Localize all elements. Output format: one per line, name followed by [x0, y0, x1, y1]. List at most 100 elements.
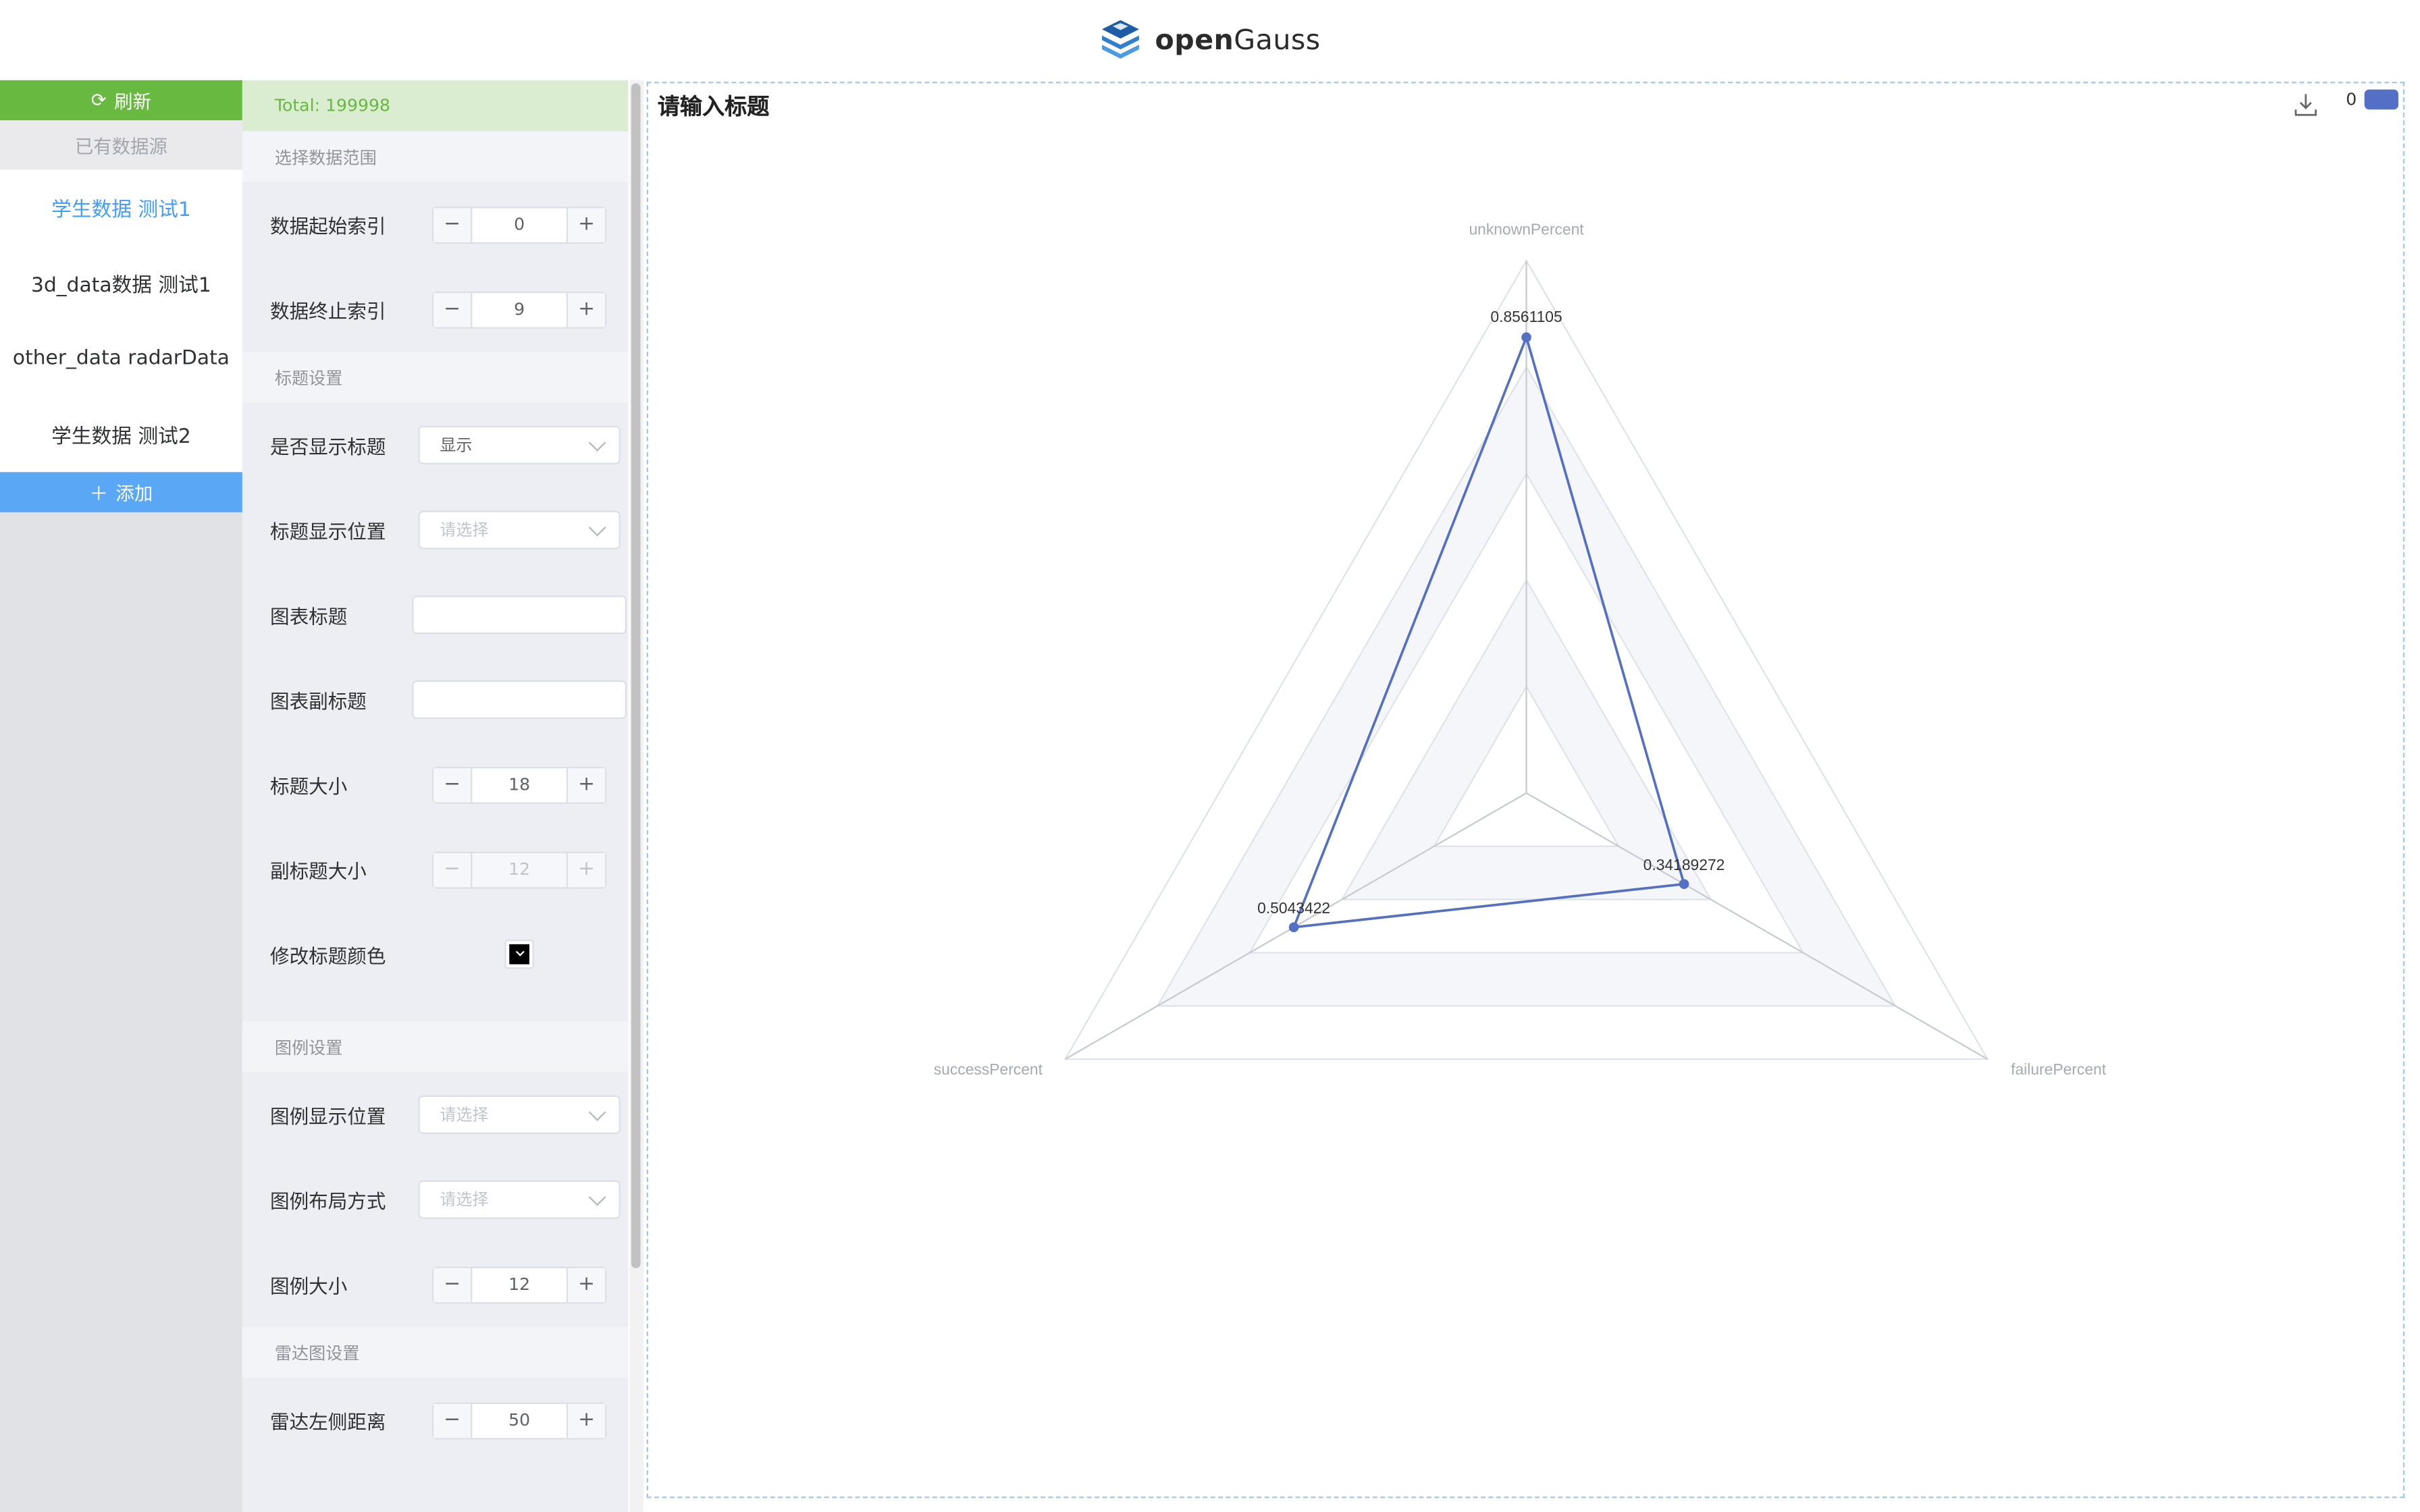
row-radar-left: 雷达左侧距离 − 50 + — [242, 1378, 628, 1463]
increment-button[interactable]: + — [566, 207, 605, 242]
increment-button: + — [566, 852, 605, 887]
radar-data-label: 0.8561105 — [1490, 308, 1562, 325]
legend-size-stepper: − 12 + — [431, 1266, 607, 1303]
row-title-size: 标题大小 − 18 + — [242, 742, 628, 827]
decrement-button[interactable]: − — [433, 207, 473, 242]
chart-title: 请输入标题 — [657, 95, 770, 121]
data-source-heading: 已有数据源 — [0, 120, 242, 170]
radar-data-point — [1679, 879, 1689, 889]
radar-data-label: 0.5043422 — [1257, 899, 1330, 917]
app-header: openGauss — [0, 0, 2420, 80]
label: 标题显示位置 — [269, 520, 386, 543]
color-swatch — [509, 944, 529, 965]
decrement-button: − — [433, 852, 473, 887]
label: 数据终止索引 — [269, 299, 386, 323]
total-count: Total: 199998 — [242, 80, 629, 132]
data-source-list: 学生数据 测试1 3d_data数据 测试1 other_data radarD… — [0, 169, 242, 473]
label: 图例大小 — [269, 1274, 348, 1298]
chevron-down-icon — [588, 518, 606, 537]
chart-subtitle-input[interactable] — [412, 680, 627, 720]
legend-layout-select[interactable]: 请选择 — [418, 1180, 621, 1219]
plus-icon: ＋ — [89, 482, 108, 504]
chevron-down-icon — [588, 1104, 606, 1121]
label: 图例显示位置 — [269, 1104, 386, 1128]
row-title-position: 标题显示位置 请选择 — [242, 487, 628, 572]
radar-data-point — [1288, 922, 1299, 933]
refresh-button[interactable]: ⟳ 刷新 — [0, 80, 242, 121]
section-legend-settings: 图例设置 — [242, 1021, 629, 1073]
title-color-picker[interactable] — [504, 939, 534, 969]
data-source-item[interactable]: 学生数据 测试2 — [0, 396, 242, 472]
opengauss-logo[interactable]: openGauss — [1099, 17, 1320, 63]
section-radar-settings: 雷达图设置 — [242, 1326, 629, 1378]
decrement-button[interactable]: − — [433, 767, 473, 802]
stepper-value[interactable]: 18 — [472, 767, 566, 801]
radar-left-stepper: − 50 + — [431, 1401, 607, 1439]
legend-label: 0 — [2346, 89, 2357, 110]
data-source-item[interactable]: other_data radarData — [0, 321, 242, 396]
row-subtitle-size: 副标题大小 − 12 + — [242, 827, 628, 912]
increment-button[interactable]: + — [566, 292, 605, 327]
start-index-stepper: − 0 + — [431, 206, 607, 243]
increment-button[interactable]: + — [566, 1403, 605, 1438]
label: 图例布局方式 — [269, 1189, 386, 1213]
label: 修改标题颜色 — [269, 944, 386, 968]
legend-position-select[interactable]: 请选择 — [418, 1095, 621, 1134]
row-legend-size: 图例大小 − 12 + — [242, 1242, 628, 1327]
row-chart-subtitle: 图表副标题 — [242, 657, 628, 742]
row-show-title: 是否显示标题 显示 — [242, 403, 628, 488]
chevron-down-icon — [588, 1188, 606, 1206]
label: 雷达左侧距离 — [269, 1410, 386, 1434]
increment-button[interactable]: + — [566, 767, 605, 802]
row-chart-title: 图表标题 — [242, 572, 628, 657]
download-icon[interactable] — [2294, 92, 2319, 117]
config-scrollbar[interactable] — [629, 80, 644, 1512]
chart-config-panel: Total: 199998 选择数据范围 数据起始索引 − 0 + 数据终止索引… — [242, 80, 629, 1512]
label: 标题大小 — [269, 774, 348, 798]
legend-swatch — [2364, 89, 2398, 110]
radar-chart: unknownPercent failurePercent successPerce… — [934, 220, 2107, 1078]
increment-button[interactable]: + — [566, 1267, 605, 1301]
label: 图表副标题 — [269, 689, 367, 713]
radar-indicator-label: unknownPercent — [1469, 220, 1584, 238]
row-start-index: 数据起始索引 − 0 + — [242, 182, 628, 267]
row-end-index: 数据终止索引 − 9 + — [242, 267, 628, 352]
row-legend-position: 图例显示位置 请选择 — [242, 1073, 628, 1158]
row-title-color: 修改标题颜色 — [242, 912, 628, 997]
decrement-button[interactable]: − — [433, 1267, 473, 1301]
end-index-stepper: − 9 + — [431, 290, 607, 328]
section-title-settings: 标题设置 — [242, 352, 629, 403]
show-title-select[interactable]: 显示 — [418, 425, 621, 464]
stepper-value[interactable]: 12 — [472, 1268, 566, 1301]
chart-canvas: unknownPercent failurePercent successPerce… — [646, 82, 2405, 1498]
logo-text: openGauss — [1155, 24, 1321, 57]
stepper-value: 12 — [508, 859, 531, 880]
opengauss-logo-icon — [1102, 20, 1140, 59]
decrement-button[interactable]: − — [433, 1403, 473, 1438]
data-source-item[interactable]: 3d_data数据 测试1 — [0, 245, 242, 321]
title-size-stepper: − 18 + — [431, 765, 607, 803]
radar-data-label: 0.34189272 — [1643, 856, 1725, 873]
chart-legend[interactable]: 0 — [2346, 89, 2398, 110]
stepper-value[interactable]: 0 — [472, 207, 566, 241]
stepper-value[interactable]: 9 — [472, 292, 566, 326]
label: 是否显示标题 — [269, 435, 386, 458]
refresh-icon: ⟳ — [90, 89, 107, 111]
title-position-select[interactable]: 请选择 — [418, 510, 621, 549]
section-data-range: 选择数据范围 — [242, 131, 629, 182]
data-source-item[interactable]: 学生数据 测试1 — [0, 169, 242, 245]
data-source-panel: ⟳ 刷新 已有数据源 学生数据 测试1 3d_data数据 测试1 other_… — [0, 80, 242, 1512]
subtitle-size-stepper: − 12 + — [431, 850, 607, 888]
add-data-source-button[interactable]: ＋ 添加 — [0, 472, 242, 512]
radar-data-point — [1521, 332, 1531, 343]
stepper-value[interactable]: 50 — [472, 1403, 566, 1437]
radar-indicator-label: successPercent — [934, 1060, 1043, 1078]
label: 图表标题 — [269, 604, 348, 628]
label: 数据起始索引 — [269, 214, 386, 238]
scrollbar-thumb[interactable] — [631, 83, 641, 1268]
chevron-down-icon — [588, 434, 606, 452]
chart-title-input[interactable] — [412, 595, 627, 634]
radar-indicator-label: failurePercent — [2011, 1060, 2107, 1078]
decrement-button[interactable]: − — [433, 292, 473, 327]
label: 副标题大小 — [269, 859, 367, 883]
